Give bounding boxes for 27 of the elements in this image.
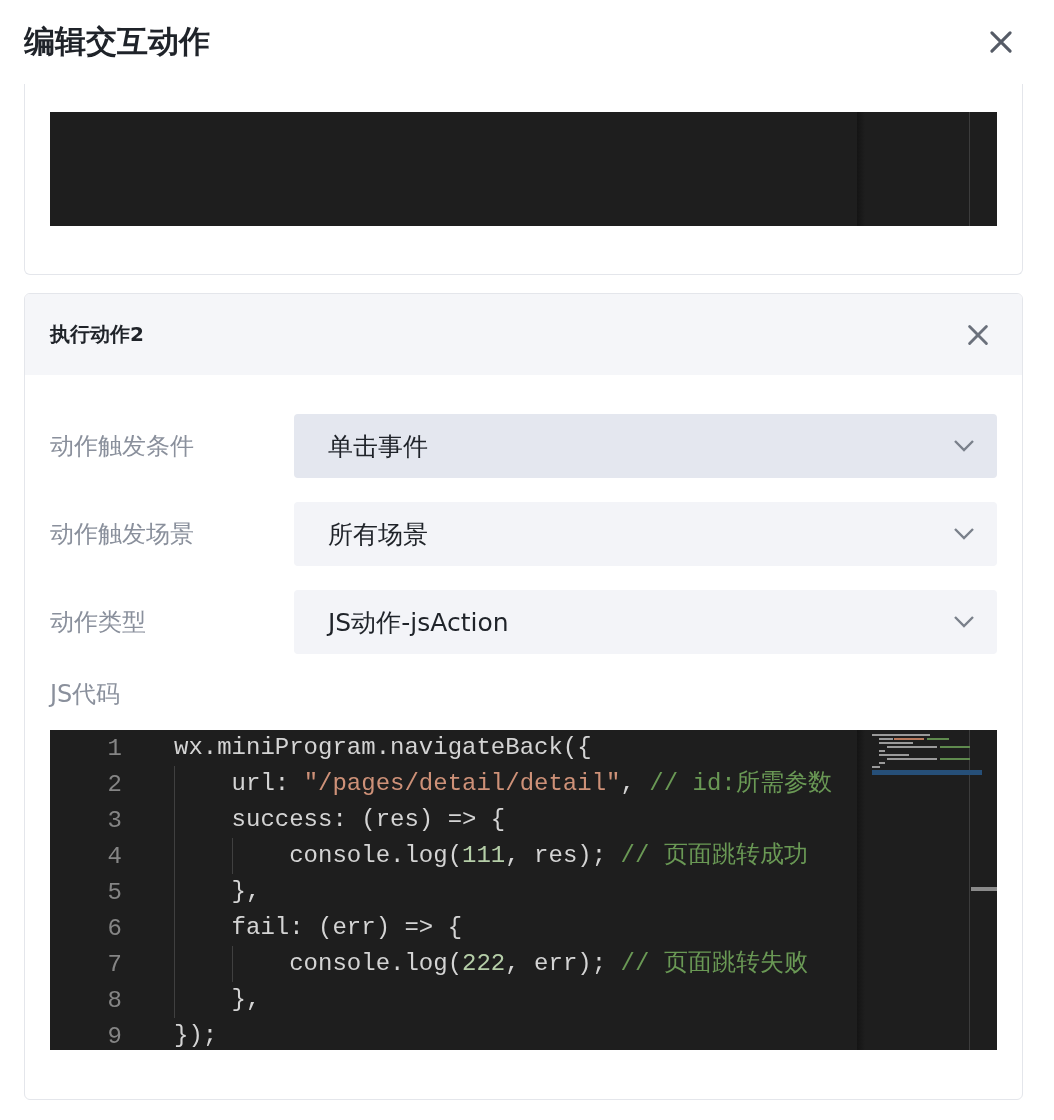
code-line: wx.miniProgram.navigateBack({ [174,733,592,763]
line-number: 1 [106,734,122,762]
line-number: 4 [106,842,122,870]
chevron-down-icon [953,527,975,541]
field-label: 动作类型 [50,607,147,638]
dropdown[interactable]: 单击事件 [294,414,997,478]
close-icon[interactable] [966,322,990,347]
field-label: JS代码 [50,679,122,710]
chevron-down-icon [953,439,975,453]
action-title: 执行动作2 [50,321,144,348]
close-icon[interactable] [988,29,1014,55]
chevron-down-icon [953,615,975,629]
line-number: 2 [106,770,122,798]
line-number: 7 [106,950,122,978]
dialog-title: 编辑交互动作 [24,22,210,61]
line-number: 6 [106,914,122,942]
field-label: 动作触发条件 [50,431,195,462]
line-number: 5 [106,878,122,906]
field-label: 动作触发场景 [50,519,195,550]
line-number: 8 [106,986,122,1014]
code-editor[interactable]: 1 wx.miniProgram.navigateBack({ 2 url: "/pages/detail/detail", // id:所需参数 3 success: (res) => { 4 console.log(111, res); // 页面跳转成功 5 }, 6 fail: (err) => { 7 console.log(222, err); // 页面跳转失败 8 }, 9 }); [50,730,997,1050]
line-number: 3 [106,806,122,834]
dropdown[interactable]: 所有场景 [294,502,997,566]
dropdown[interactable]: JS动作-jsAction [294,590,997,654]
line-number: 9 [106,1022,122,1050]
scrollbar-thumb[interactable] [971,887,997,891]
code-line: }); [174,1021,218,1050]
